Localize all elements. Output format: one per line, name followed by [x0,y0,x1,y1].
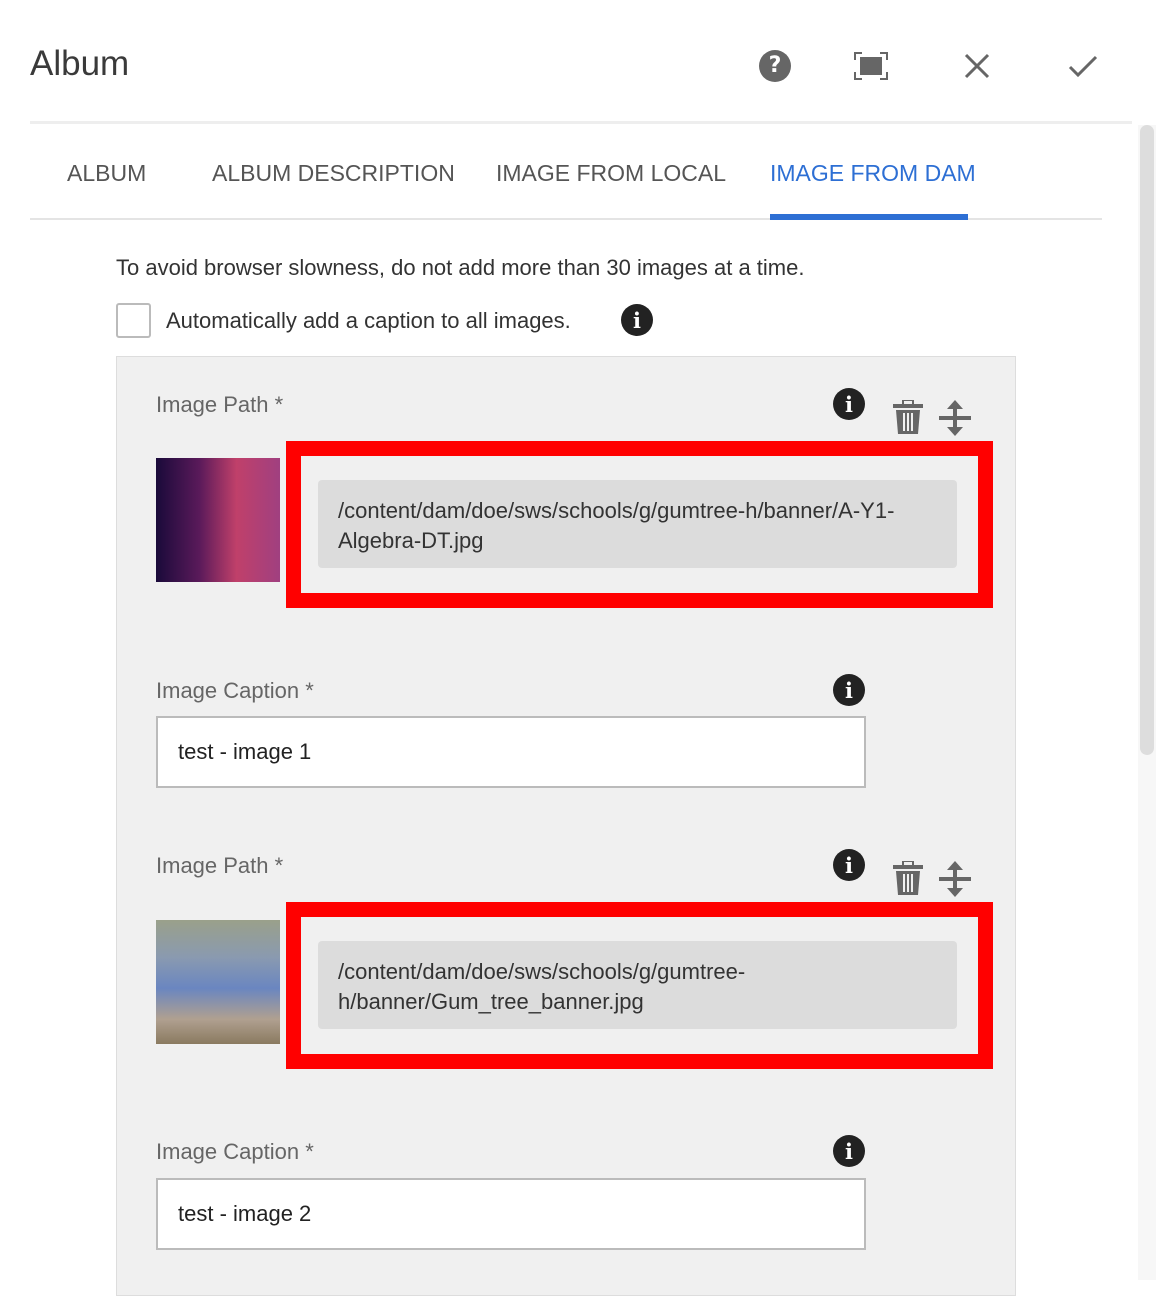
image-path-field[interactable]: /content/dam/doe/sws/schools/g/gumtree-h… [318,480,957,568]
image-thumbnail [156,920,280,1044]
done-icon[interactable] [1065,48,1101,84]
dialog-title: Album [30,44,130,83]
tab-album[interactable]: ALBUM [67,160,146,187]
image-path-field[interactable]: /content/dam/doe/sws/schools/g/gumtree-h… [318,941,957,1029]
image-caption-label: Image Caption * [156,1139,314,1164]
info-icon[interactable]: i [833,1135,865,1167]
image-thumbnail [156,458,280,582]
auto-caption-checkbox[interactable] [116,303,151,338]
fullscreen-icon[interactable] [853,48,889,84]
info-icon[interactable]: i [833,849,865,881]
image-caption-input[interactable]: test - image 2 [156,1178,866,1250]
image-caption-label: Image Caption * [156,678,314,703]
tab-album-description[interactable]: ALBUM DESCRIPTION [212,160,455,187]
info-icon[interactable]: i [621,304,653,336]
reorder-icon[interactable] [939,400,971,441]
help-icon[interactable]: ? [757,48,793,84]
delete-icon[interactable] [893,399,923,439]
image-path-label: Image Path * [156,853,284,878]
close-icon[interactable] [959,48,995,84]
header-divider [30,121,1132,124]
info-icon[interactable]: i [833,388,865,420]
tab-image-from-local[interactable]: IMAGE FROM LOCAL [496,160,726,187]
tab-image-from-dam[interactable]: IMAGE FROM DAM [770,160,976,187]
auto-caption-label: Automatically add a caption to all image… [166,308,571,333]
active-tab-indicator [770,214,968,220]
info-icon[interactable]: i [833,674,865,706]
image-caption-input[interactable]: test - image 1 [156,716,866,788]
slowness-note: To avoid browser slowness, do not add mo… [116,255,805,280]
image-path-label: Image Path * [156,392,284,417]
reorder-icon[interactable] [939,861,971,902]
delete-icon[interactable] [893,860,923,900]
scrollbar-thumb[interactable] [1140,125,1154,755]
